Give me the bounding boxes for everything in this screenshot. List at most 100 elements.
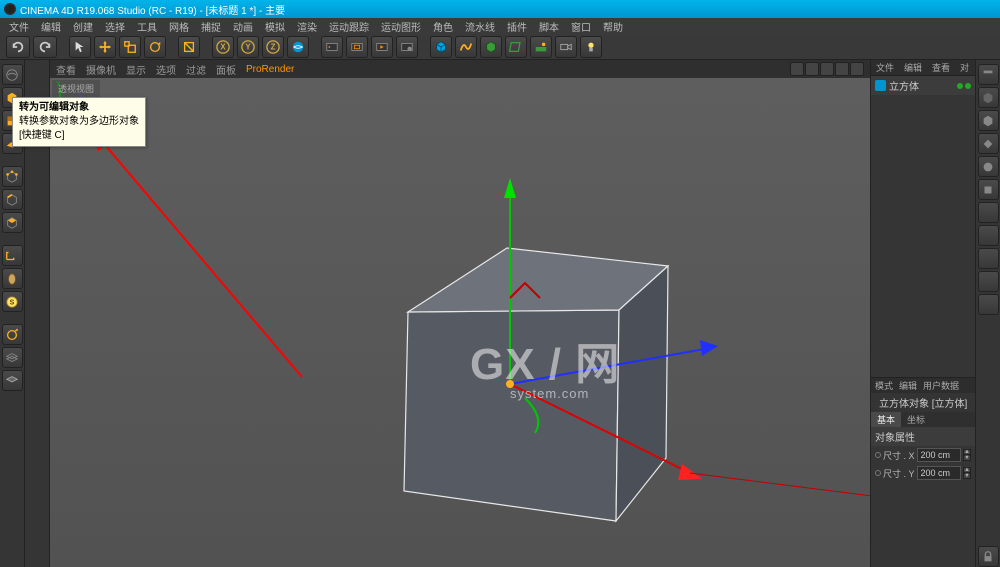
object-row-cube[interactable]: 立方体 <box>871 76 975 95</box>
vp-menu-options[interactable]: 选项 <box>156 62 176 77</box>
scale-tool[interactable] <box>119 36 141 58</box>
rt-btn-5[interactable] <box>978 156 999 177</box>
menu-edit[interactable]: 编辑 <box>36 19 66 34</box>
render-view[interactable] <box>321 36 343 58</box>
menu-character[interactable]: 角色 <box>428 19 458 34</box>
vp-menu-prorender[interactable]: ProRender <box>246 64 294 75</box>
menu-simulate[interactable]: 模拟 <box>260 19 290 34</box>
tooltip-desc: 转换参数对象为多边形对象 <box>19 115 139 129</box>
rt-btn-1[interactable] <box>978 64 999 85</box>
add-generator[interactable] <box>480 36 502 58</box>
make-editable-button[interactable] <box>2 64 23 85</box>
rt-btn-8[interactable] <box>978 225 999 246</box>
vp-nav-3-icon[interactable] <box>820 62 834 76</box>
rt-lock-icon[interactable] <box>978 546 999 567</box>
menu-tools[interactable]: 工具 <box>132 19 162 34</box>
svg-text:Z: Z <box>271 42 276 51</box>
menu-pipeline[interactable]: 流水线 <box>460 19 500 34</box>
om-tab-file[interactable]: 文件 <box>871 60 899 75</box>
attr-object-title: 立方体对象 [立方体] <box>879 395 967 410</box>
menu-create[interactable]: 创建 <box>68 19 98 34</box>
viewport-solo-button[interactable] <box>2 268 23 289</box>
add-spline[interactable] <box>455 36 477 58</box>
menu-window[interactable]: 窗口 <box>566 19 596 34</box>
vp-nav-5-icon[interactable] <box>850 62 864 76</box>
visibility-render-dot[interactable] <box>965 83 971 89</box>
rt-btn-10[interactable] <box>978 271 999 292</box>
om-tab-obj[interactable]: 对 <box>955 60 974 75</box>
menu-animate[interactable]: 动画 <box>228 19 258 34</box>
visibility-editor-dot[interactable] <box>957 83 963 89</box>
x-axis-lock[interactable]: X <box>212 36 234 58</box>
rt-btn-9[interactable] <box>978 248 999 269</box>
planar-workplane-button[interactable] <box>2 370 23 391</box>
rt-btn-7[interactable] <box>978 202 999 223</box>
polygons-mode-button[interactable] <box>2 212 23 233</box>
redo-button[interactable] <box>33 36 57 58</box>
size-x-input[interactable] <box>917 448 961 462</box>
edges-mode-button[interactable] <box>2 189 23 210</box>
om-tab-view[interactable]: 查看 <box>927 60 955 75</box>
attr-tab-coord[interactable]: 坐标 <box>901 412 931 427</box>
axis-toggle-button[interactable] <box>2 245 23 266</box>
coord-system[interactable] <box>287 36 309 58</box>
menu-file[interactable]: 文件 <box>4 19 34 34</box>
move-tool[interactable] <box>94 36 116 58</box>
menu-mesh[interactable]: 网格 <box>164 19 194 34</box>
render-settings[interactable] <box>396 36 418 58</box>
rt-btn-11[interactable] <box>978 294 999 315</box>
vp-nav-4-icon[interactable] <box>835 62 849 76</box>
rt-btn-6[interactable] <box>978 179 999 200</box>
size-y-spinner[interactable]: ▲▼ <box>963 467 971 479</box>
select-tool[interactable] <box>69 36 91 58</box>
size-y-input[interactable] <box>917 466 961 480</box>
viewport-canvas[interactable]: Y Z GX / 网 system.com <box>50 78 870 567</box>
snap-toggle-button[interactable]: S <box>2 291 23 312</box>
vp-menu-panel[interactable]: 面板 <box>216 62 236 77</box>
om-tab-edit[interactable]: 编辑 <box>899 60 927 75</box>
attr-userdata[interactable]: 用户数据 <box>923 379 959 392</box>
render-pv[interactable] <box>371 36 393 58</box>
menu-help[interactable]: 帮助 <box>598 19 628 34</box>
rt-btn-4[interactable] <box>978 133 999 154</box>
vp-nav-2-icon[interactable] <box>805 62 819 76</box>
undo-button[interactable] <box>6 36 30 58</box>
vp-menu-view[interactable]: 查看 <box>56 62 76 77</box>
render-region[interactable] <box>346 36 368 58</box>
add-cube[interactable] <box>430 36 452 58</box>
right-panel: 文件 编辑 查看 对 立方体 模式 编辑 用户数据 立方体对象 [立方体] <box>870 60 975 567</box>
vp-nav-1-icon[interactable] <box>790 62 804 76</box>
vp-menu-display[interactable]: 显示 <box>126 62 146 77</box>
attr-tab-basic[interactable]: 基本 <box>871 412 901 427</box>
menu-plugins[interactable]: 插件 <box>502 19 532 34</box>
rotate-tool[interactable] <box>144 36 166 58</box>
rt-btn-3[interactable] <box>978 110 999 131</box>
z-axis-lock[interactable]: Z <box>262 36 284 58</box>
keyframe-dot-icon[interactable] <box>875 470 881 476</box>
keyframe-dot-icon[interactable] <box>875 452 881 458</box>
right-toolbar <box>975 60 1000 567</box>
locked-workplane-button[interactable] <box>2 347 23 368</box>
menu-snap[interactable]: 捕捉 <box>196 19 226 34</box>
attr-edit[interactable]: 编辑 <box>899 379 917 392</box>
app-icon <box>4 3 16 15</box>
add-light[interactable] <box>580 36 602 58</box>
workplane-button[interactable] <box>2 324 23 345</box>
menu-motiontrack[interactable]: 运动跟踪 <box>324 19 374 34</box>
last-tool[interactable] <box>178 36 200 58</box>
rt-btn-2[interactable] <box>978 87 999 108</box>
cube-icon <box>875 80 886 91</box>
add-camera[interactable] <box>555 36 577 58</box>
add-deformer[interactable] <box>505 36 527 58</box>
menu-mograph[interactable]: 运动图形 <box>376 19 426 34</box>
add-environment[interactable] <box>530 36 552 58</box>
menu-script[interactable]: 脚本 <box>534 19 564 34</box>
y-axis-lock[interactable]: Y <box>237 36 259 58</box>
vp-menu-filter[interactable]: 过滤 <box>186 62 206 77</box>
attr-mode[interactable]: 模式 <box>875 379 893 392</box>
menu-render[interactable]: 渲染 <box>292 19 322 34</box>
size-x-spinner[interactable]: ▲▼ <box>963 449 971 461</box>
menu-select[interactable]: 选择 <box>100 19 130 34</box>
vp-menu-cameras[interactable]: 摄像机 <box>86 62 116 77</box>
points-mode-button[interactable] <box>2 166 23 187</box>
